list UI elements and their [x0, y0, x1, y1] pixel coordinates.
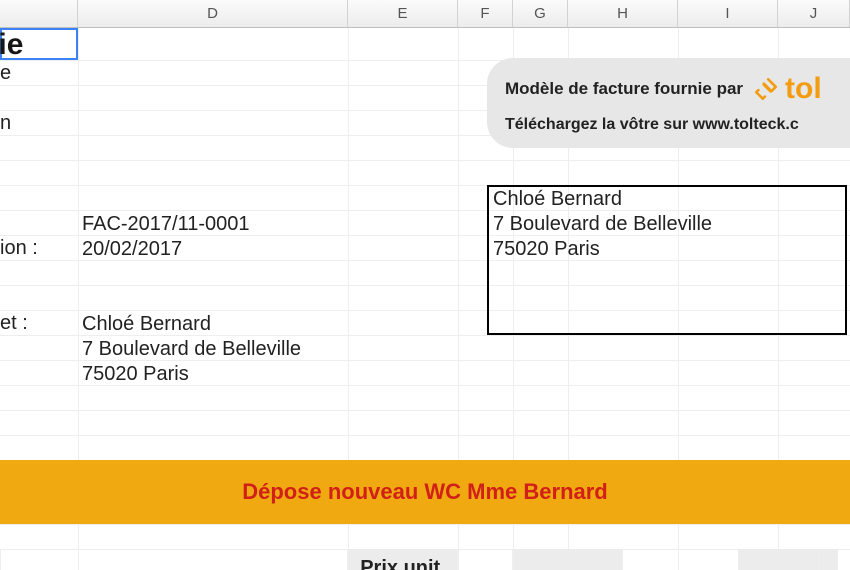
table-header-row: Libellé Prix unit. HT Qté . Total HT Tau…: [0, 549, 850, 570]
emission-label: ion :: [0, 237, 38, 260]
th-prix-unit[interactable]: Prix unit. HT: [348, 549, 458, 570]
column-header-D[interactable]: D: [78, 0, 348, 27]
promo-box: Modèle de facture fournie par tol Téléch…: [487, 58, 850, 148]
column-header-row: D E F G H I J: [0, 0, 850, 28]
object-street[interactable]: 7 Boulevard de Belleville: [82, 337, 301, 362]
client-address-box[interactable]: Chloé Bernard 7 Boulevard de Belleville …: [487, 185, 847, 335]
grid-body[interactable]: eck Plomberie e n ion : et : FAC-2017/11…: [0, 28, 850, 570]
objet-label: et :: [0, 312, 28, 335]
th-total-ht[interactable]: Total HT: [513, 549, 623, 570]
column-header-F[interactable]: F: [458, 0, 513, 27]
client-name: Chloé Bernard: [489, 187, 845, 212]
th-total[interactable]: To: [818, 549, 850, 570]
invoice-number[interactable]: FAC-2017/11-0001: [82, 212, 250, 237]
brand-text: tol: [785, 72, 822, 106]
column-header-E[interactable]: E: [348, 0, 458, 27]
gridline-h: [0, 524, 850, 525]
object-name[interactable]: Chloé Bernard: [82, 312, 211, 337]
company-title: eck Plomberie: [0, 28, 23, 62]
brand-logo: tol: [753, 72, 822, 106]
promo-text-2: Téléchargez la vôtre sur www.tolteck.c: [505, 116, 850, 134]
spreadsheet-viewport: D E F G H I J: [0, 0, 850, 570]
column-header-I[interactable]: I: [678, 0, 778, 27]
gridline-h: [0, 435, 850, 436]
address-suffix-label: e: [0, 62, 11, 85]
section-banner-text: Dépose nouveau WC Mme Bernard: [242, 479, 608, 505]
column-header-H[interactable]: H: [568, 0, 678, 27]
city-suffix-label: n: [0, 112, 11, 135]
section-banner[interactable]: Dépose nouveau WC Mme Bernard: [0, 460, 850, 524]
column-header-G[interactable]: G: [513, 0, 568, 27]
column-header-stub[interactable]: [0, 0, 78, 27]
object-city[interactable]: 75020 Paris: [82, 362, 189, 387]
gridline-h: [0, 410, 850, 411]
th-libelle[interactable]: Libellé: [0, 549, 348, 570]
th-qte[interactable]: Qté: [458, 549, 513, 570]
gridline-h: [0, 160, 850, 161]
promo-text-1: Modèle de facture fournie par: [505, 79, 743, 99]
column-header-J[interactable]: J: [778, 0, 850, 27]
client-city: 75020 Paris: [489, 237, 845, 262]
tools-icon: [753, 76, 779, 102]
invoice-date[interactable]: 20/02/2017: [82, 237, 182, 262]
client-street: 7 Boulevard de Belleville: [489, 212, 845, 237]
